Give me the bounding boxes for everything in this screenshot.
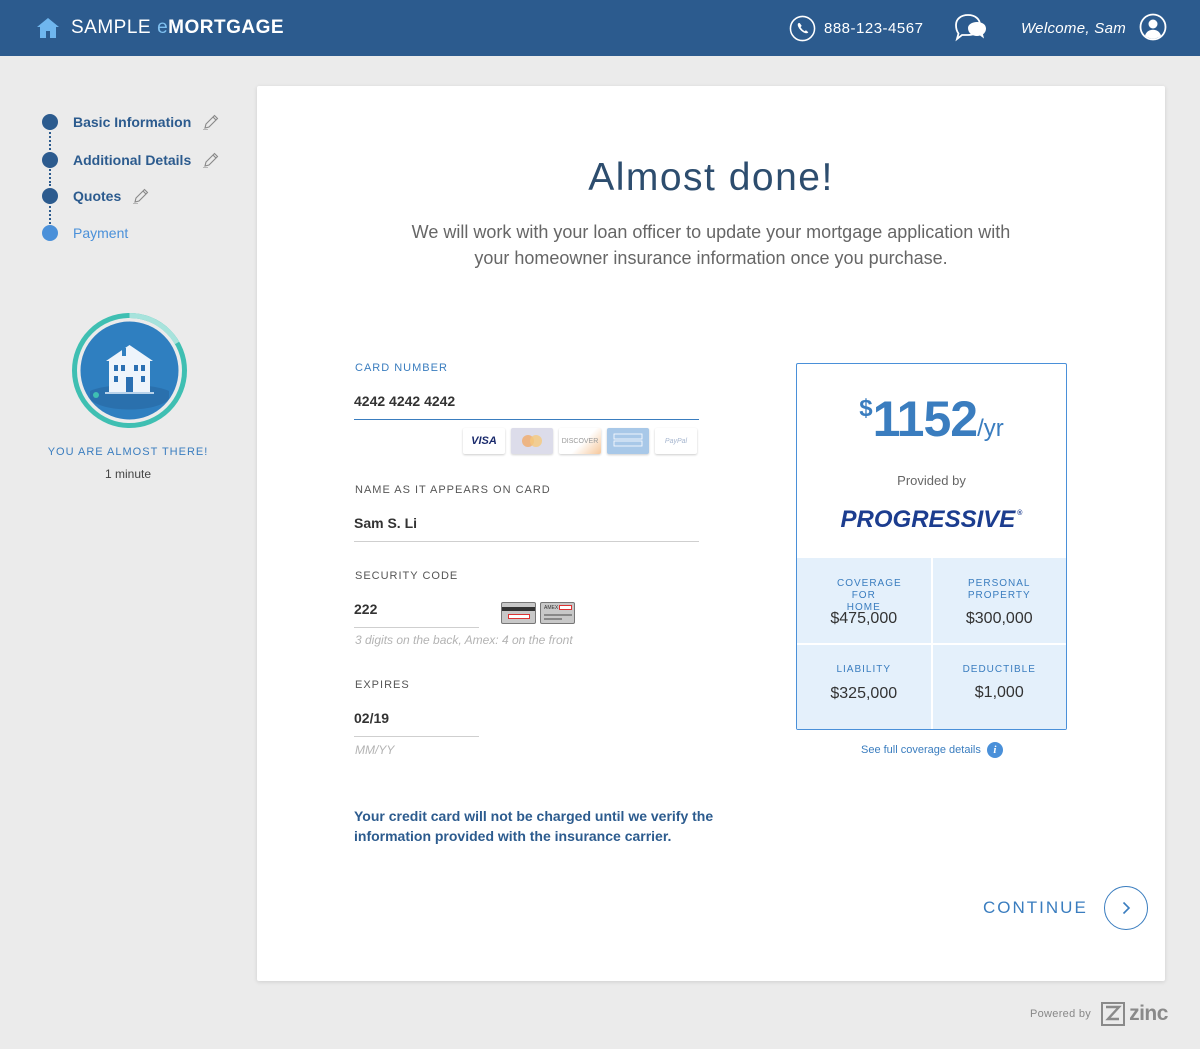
pencil-icon[interactable] — [202, 113, 220, 131]
accepted-cards: VISA DISCOVER PayPal — [463, 428, 703, 454]
coverage-details-text: See full coverage details — [861, 744, 981, 756]
brand-name-part3: MORTGAGE — [168, 17, 285, 38]
pencil-icon[interactable] — [132, 187, 150, 205]
amex-card-label: AMEX — [544, 605, 559, 611]
coverage-liability-cell: LIABILITY $325,000 — [797, 644, 931, 729]
annual-premium: $1152/yr — [797, 390, 1066, 448]
coverage-home-cell: COVERAGE FOR HOME $475,000 — [797, 558, 931, 643]
user-circle-icon[interactable] — [1139, 13, 1167, 41]
chat-bubbles-icon[interactable] — [953, 13, 989, 44]
charge-disclaimer: Your credit card will not be charged unt… — [354, 808, 714, 844]
card-front-amex-icon: AMEX — [540, 602, 575, 624]
payment-card: Almost done! We will work with your loan… — [257, 86, 1165, 981]
continue-circle — [1103, 886, 1148, 930]
step-payment[interactable]: Payment — [42, 223, 128, 243]
coverage-personal-property-cell: PERSONAL PROPERTY $300,000 — [932, 558, 1066, 643]
coverage-value: $325,000 — [830, 684, 898, 702]
coverage-value: $1,000 — [974, 683, 1024, 701]
security-code-hint: 3 digits on the back, Amex: 4 on the fro… — [355, 633, 573, 647]
provided-by-label: Provided by — [897, 473, 966, 488]
carrier-name: PROGRESSIVE — [840, 506, 1016, 533]
step-quotes[interactable]: Quotes — [42, 186, 150, 206]
step-label: Quotes — [73, 188, 122, 204]
coverage-value: $300,000 — [965, 610, 1033, 627]
price-currency: $ — [859, 395, 873, 422]
brand-name-part2: e — [157, 17, 169, 38]
security-code-input[interactable] — [354, 599, 479, 628]
time-remaining: 1 minute — [104, 467, 152, 481]
zinc-logo-icon — [1101, 1002, 1126, 1026]
step-basic-information[interactable]: Basic Information — [42, 112, 220, 132]
expires-label: EXPIRES — [355, 679, 410, 691]
phone-link[interactable]: 888-123-4567 — [789, 15, 923, 42]
page-title: Almost done! — [588, 156, 834, 199]
name-on-card-label: NAME AS IT APPEARS ON CARD — [355, 484, 551, 496]
chevron-right-icon — [1122, 901, 1130, 915]
card-number-input[interactable] — [354, 391, 699, 420]
brand-name: SAMPLE eMORTGAGE — [71, 17, 284, 39]
top-navbar: SAMPLE eMORTGAGE 888-123-4567 Welcome, Sa… — [0, 0, 1200, 56]
progress-message: YOU ARE ALMOST THERE! — [47, 446, 209, 458]
house-illustration-icon — [72, 313, 187, 428]
powered-by-footer: Powered by zinc — [1030, 1002, 1168, 1026]
expires-input[interactable] — [354, 708, 479, 737]
card-number-label: CARD NUMBER — [355, 362, 448, 374]
welcome-message: Welcome, Sam — [1021, 20, 1127, 37]
coverage-value: $475,000 — [830, 610, 898, 627]
coverage-details-link[interactable]: See full coverage details i — [861, 742, 1003, 758]
security-code-label: SECURITY CODE — [355, 570, 459, 582]
price-period: /yr — [977, 415, 1004, 442]
phone-number: 888-123-4567 — [824, 20, 924, 37]
continue-button[interactable]: CONTINUE — [983, 886, 1148, 930]
paypal-logo-icon: PayPal — [655, 428, 697, 454]
step-additional-details[interactable]: Additional Details — [42, 150, 220, 170]
step-label: Additional Details — [73, 152, 192, 168]
continue-label: CONTINUE — [983, 898, 1088, 917]
quote-summary: $1152/yr Provided by PROGRESSIVE ® COVERA… — [796, 363, 1067, 730]
security-code-illustration: AMEX — [501, 602, 579, 624]
coverage-label: COVERAGE FOR HOME — [837, 578, 902, 613]
home-icon — [37, 18, 59, 38]
step-complete-dot — [42, 152, 58, 168]
carrier-registered-mark: ® — [1017, 510, 1023, 517]
brand-logo[interactable]: SAMPLE eMORTGAGE — [36, 14, 284, 42]
card-back-icon — [501, 602, 536, 624]
page-subtitle: We will work with your loan officer to u… — [411, 222, 1011, 268]
info-icon[interactable]: i — [986, 742, 1003, 758]
pencil-icon[interactable] — [202, 151, 220, 169]
carrier-logo: PROGRESSIVE ® — [797, 506, 1066, 534]
coverage-deductible-cell: DEDUCTIBLE $1,000 — [932, 644, 1066, 729]
price-amount: 1152 — [872, 391, 978, 447]
coverage-label: DEDUCTIBLE — [962, 663, 1036, 675]
mastercard-circles-icon — [522, 435, 542, 447]
vendor-name: zinc — [1129, 1002, 1168, 1025]
mastercard-logo-icon — [511, 428, 553, 454]
visa-logo-icon: VISA — [463, 428, 505, 454]
name-on-card-input[interactable] — [354, 513, 699, 542]
step-complete-dot — [42, 114, 58, 130]
coverage-label: PERSONAL PROPERTY — [967, 578, 1031, 601]
coverage-grid: COVERAGE FOR HOME $475,000 PERSONAL PROP… — [797, 558, 1066, 729]
amex-mark-icon — [613, 433, 643, 447]
amex-logo-icon — [607, 428, 649, 454]
brand-name-part1: SAMPLE — [71, 17, 152, 38]
step-label: Basic Information — [73, 114, 192, 130]
step-complete-dot — [42, 188, 58, 204]
step-label: Payment — [73, 225, 129, 241]
phone-icon — [789, 15, 816, 42]
step-current-dot — [42, 225, 58, 241]
discover-logo-icon: DISCOVER — [559, 428, 601, 454]
coverage-label: LIABILITY — [836, 663, 892, 675]
expires-hint: MM/YY — [355, 743, 395, 757]
powered-by-label: Powered by — [1030, 1008, 1092, 1020]
